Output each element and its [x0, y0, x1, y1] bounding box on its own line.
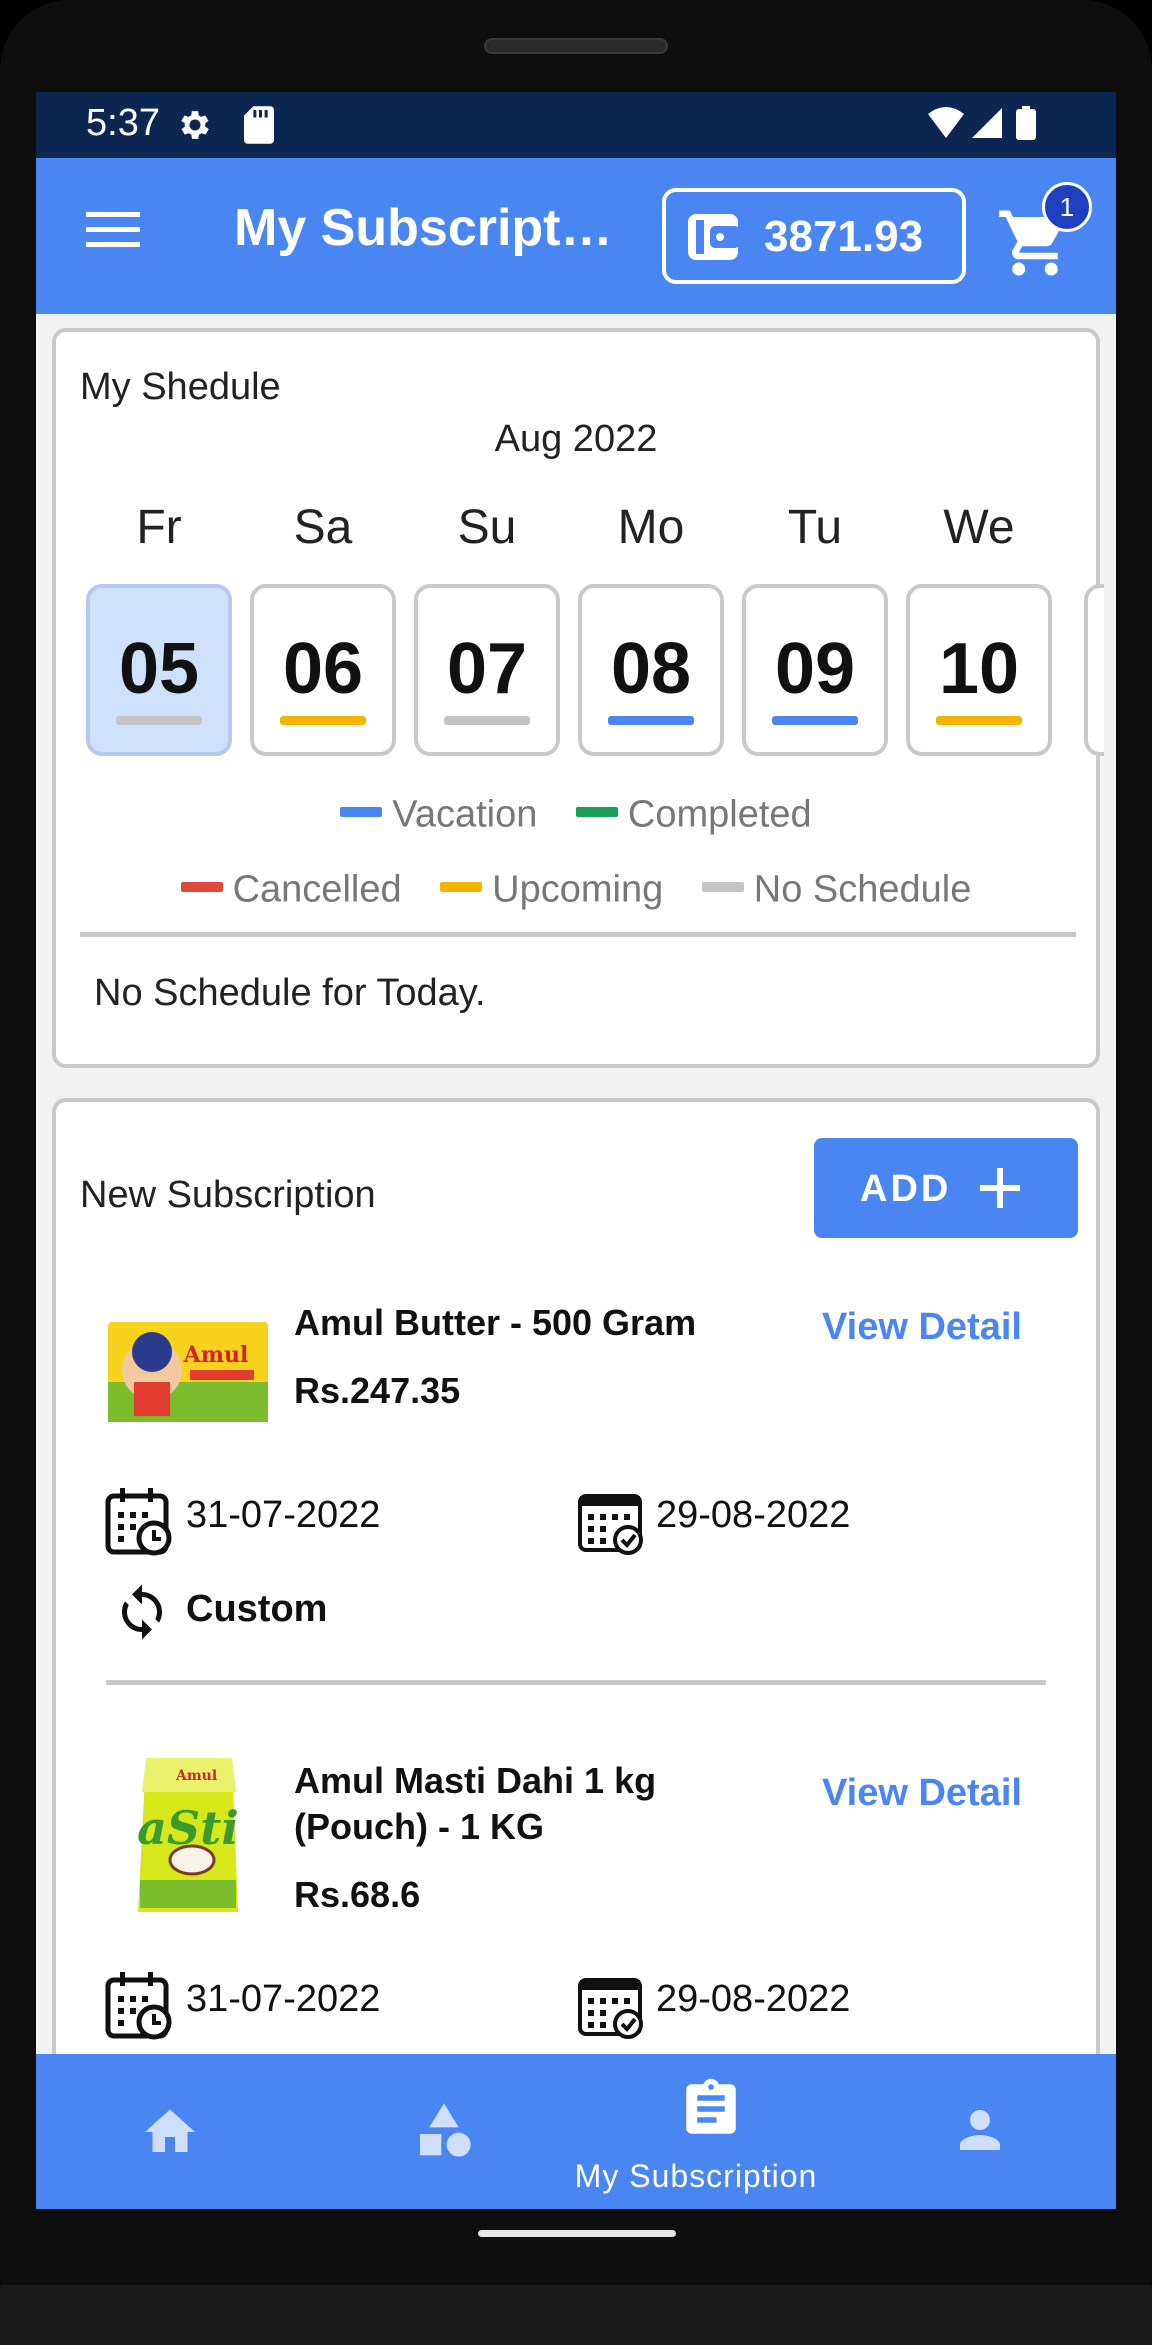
legend-swatch	[440, 881, 483, 892]
subscriptions-title: New Subscription	[80, 1174, 376, 1216]
menu-icon[interactable]	[86, 210, 140, 250]
legend-label: No Schedule	[753, 868, 972, 911]
product-price: Rs.247.35	[294, 1370, 461, 1411]
day-name: Mo	[617, 501, 685, 554]
day-cell[interactable]: 06	[250, 584, 396, 756]
day-name: Tu	[787, 501, 843, 554]
status-bar-no-schedule	[444, 716, 530, 725]
day-cell[interactable]: 07	[414, 584, 560, 756]
legend-label: Cancelled	[232, 868, 402, 911]
app-bar: My Subscripti… 3871.93 1	[36, 158, 1116, 314]
start-date: 31-07-2022	[186, 1978, 381, 2020]
status-bar-vacation	[772, 716, 858, 725]
add-button-label: ADD	[860, 1168, 952, 1210]
svg-text:Amul: Amul	[175, 1768, 217, 1784]
svg-text:Amul: Amul	[183, 1342, 249, 1368]
schedule-card: My Shedule Aug 2022 Fr Sa Su Mo Tu We 05…	[52, 328, 1104, 1068]
day-number: 07	[446, 629, 528, 709]
day-name: Su	[457, 501, 517, 554]
battery-icon	[1016, 106, 1036, 140]
wallet-amount: 3871.93	[764, 212, 924, 261]
legend-completed: Completed	[575, 792, 812, 836]
calendar-check-icon	[578, 1978, 643, 2039]
legend-row: Cancelled Upcoming No Schedule	[56, 867, 1096, 911]
plus-icon	[980, 1168, 1020, 1208]
gesture-home-bar[interactable]	[478, 2230, 676, 2237]
today-schedule-message: No Schedule for Today.	[94, 972, 486, 1014]
status-time: 5:37	[86, 102, 160, 144]
day-number: 08	[610, 629, 692, 709]
day-cell-partial[interactable]	[1084, 584, 1104, 756]
day-number: 10	[938, 629, 1020, 709]
status-bar-upcoming	[280, 716, 366, 725]
day-name: We	[943, 501, 1015, 554]
subscriptions-card: New Subscription ADD Amul Amul Butter - …	[52, 1098, 1100, 2209]
schedule-title: My Shedule	[80, 366, 281, 408]
day-number: 09	[774, 629, 856, 709]
legend-swatch	[180, 881, 223, 892]
home-icon[interactable]	[140, 2102, 200, 2162]
speaker-grille	[484, 38, 668, 54]
legend-cancelled: Cancelled	[180, 867, 402, 911]
gear-icon	[181, 111, 209, 139]
item-divider	[106, 1680, 1046, 1685]
categories-icon[interactable]	[412, 2098, 476, 2162]
cart-count-badge: 1	[1042, 182, 1092, 232]
legend-swatch	[575, 806, 618, 817]
add-subscription-button[interactable]: ADD	[814, 1138, 1078, 1238]
legend-swatch	[340, 806, 383, 817]
day-cell[interactable]: 09	[742, 584, 888, 756]
legend-no-schedule: No Schedule	[701, 867, 972, 911]
device-chin	[0, 2285, 1152, 2345]
legend-label: Completed	[627, 793, 812, 836]
legend-vacation: Vacation	[340, 792, 537, 836]
day-number: 06	[282, 629, 364, 709]
legend-upcoming: Upcoming	[440, 867, 663, 911]
bottom-navigation: My Subscription	[36, 2054, 1116, 2209]
calendar-check-icon	[578, 1494, 643, 1555]
end-date: 29-08-2022	[656, 1494, 851, 1536]
legend-swatch	[701, 881, 744, 892]
calendar-clock-icon	[105, 1488, 172, 1556]
day-number: 05	[118, 629, 200, 709]
cellular-icon	[972, 108, 1002, 138]
frequency-label: Custom	[186, 1588, 328, 1630]
legend-label: Vacation	[392, 793, 538, 836]
wallet-balance-button[interactable]: 3871.93	[662, 188, 966, 284]
calendar-clock-icon	[105, 1972, 172, 2040]
view-detail-link[interactable]: View Detail	[822, 1306, 1022, 1349]
app-screen: 5:37 My Subscripti… 3871.93 1 My Shedule…	[36, 92, 1116, 2209]
legend-label: Upcoming	[492, 868, 664, 911]
schedule-month: Aug 2022	[494, 418, 658, 460]
day-name: Sa	[293, 501, 353, 554]
nav-label-active[interactable]: My Subscription	[546, 2158, 846, 2195]
view-detail-link[interactable]: View Detail	[822, 1772, 1022, 1815]
legend-row: Vacation Completed	[56, 792, 1096, 836]
wifi-icon	[928, 107, 964, 138]
sd-card-icon	[244, 106, 274, 144]
amul-butter-image: Amul	[108, 1322, 268, 1422]
wallet-icon	[688, 214, 740, 260]
product-name: Amul Masti Dahi 1 kg (Pouch) - 1 KG	[294, 1760, 657, 1847]
profile-icon[interactable]	[950, 2100, 1010, 2160]
status-bar-no-schedule	[116, 716, 202, 725]
amul-masti-dahi-image: Amul aSti	[137, 1758, 239, 1912]
divider	[80, 932, 1076, 937]
day-cell-selected[interactable]: 05	[86, 584, 232, 756]
start-date: 31-07-2022	[186, 1494, 381, 1536]
product-name: Amul Butter - 500 Gram	[294, 1302, 697, 1343]
day-name: Fr	[136, 501, 182, 554]
page-title: My Subscripti…	[234, 199, 624, 257]
status-bar-vacation	[608, 716, 694, 725]
status-indicators	[928, 106, 1036, 140]
status-bar-upcoming	[936, 716, 1022, 725]
end-date: 29-08-2022	[656, 1978, 851, 2020]
phone-frame: 5:37 My Subscripti… 3871.93 1 My Shedule…	[0, 0, 1152, 2345]
product-price: Rs.68.6	[294, 1874, 421, 1915]
status-bar: 5:37	[36, 92, 1116, 158]
repeat-icon	[121, 1584, 163, 1640]
day-cell[interactable]: 10	[906, 584, 1052, 756]
subscription-icon[interactable]	[678, 2076, 744, 2142]
day-cell[interactable]: 08	[578, 584, 724, 756]
